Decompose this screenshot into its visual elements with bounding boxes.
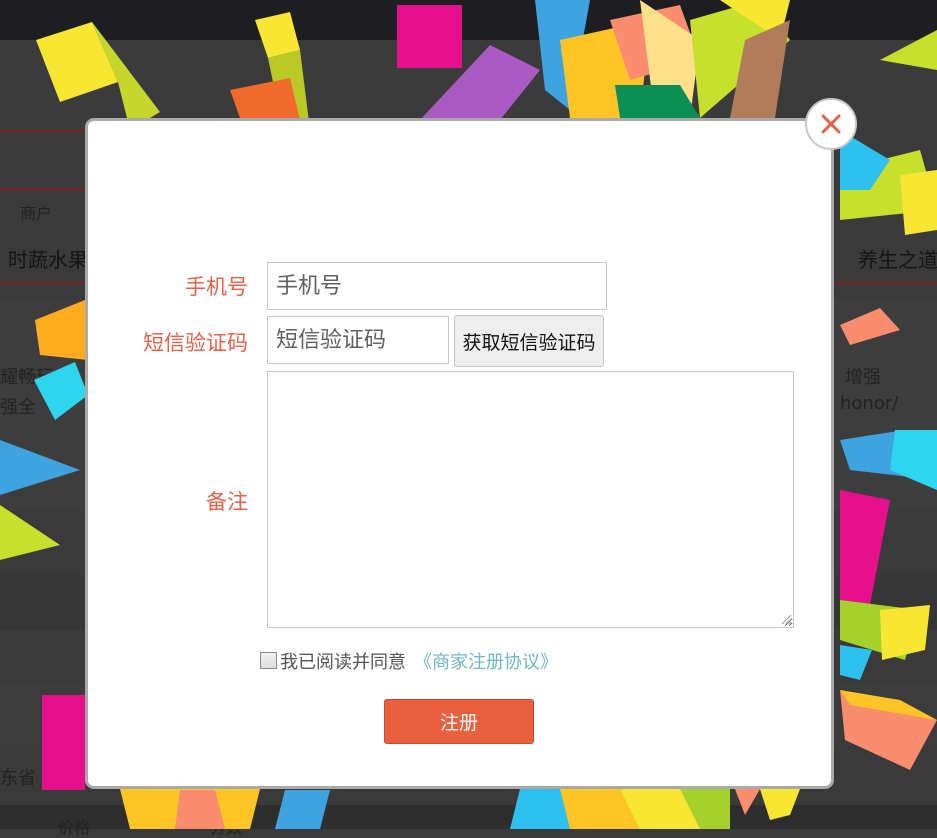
sms-code-label: 短信验证码 bbox=[143, 331, 248, 355]
resize-grip-icon[interactable] bbox=[781, 614, 792, 625]
register-button[interactable]: 注册 bbox=[384, 699, 534, 744]
sms-code-input[interactable] bbox=[267, 316, 449, 364]
get-sms-code-button[interactable]: 获取短信验证码 bbox=[454, 315, 604, 367]
remark-textarea[interactable] bbox=[267, 371, 794, 628]
agree-checkbox[interactable] bbox=[260, 652, 277, 669]
agreement-link[interactable]: 《商家注册协议》 bbox=[414, 652, 558, 673]
agree-text: 我已阅读并同意 bbox=[280, 652, 406, 673]
close-icon bbox=[821, 114, 841, 134]
remark-label: 备注 bbox=[206, 490, 248, 514]
close-button[interactable] bbox=[805, 98, 857, 150]
phone-input[interactable] bbox=[267, 262, 607, 310]
agreement-row: 我已阅读并同意 《商家注册协议》 bbox=[260, 648, 558, 673]
phone-label: 手机号 bbox=[185, 275, 248, 299]
